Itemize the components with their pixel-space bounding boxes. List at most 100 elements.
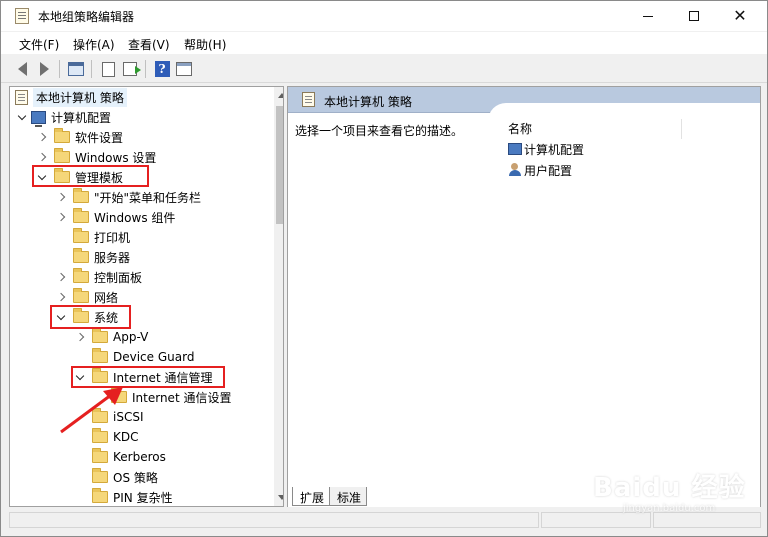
tree-item-label: KDC [113,430,139,444]
tab-expanded[interactable]: 扩展 [292,487,331,506]
tree-item-admin-templates[interactable]: 管理模板 [36,167,123,187]
tree-item-label: 计算机配置 [51,110,112,125]
folder-icon [73,268,89,283]
computer-icon [508,143,522,155]
properties-icon [101,61,115,77]
close-icon: ✕ [733,6,747,25]
minimize-icon [643,15,653,17]
tree-item-internet-comm-mgmt[interactable]: Internet 通信管理 [74,367,212,387]
folder-icon [73,248,89,263]
user-icon [508,163,522,177]
menu-help[interactable]: 帮助(H) [184,36,226,53]
folder-icon [73,288,89,303]
tree-item-start-menu[interactable]: "开始"菜单和任务栏 [55,187,201,207]
details-pane: 本地计算机 策略 选择一个项目来查看它的描述。 名称 计算机配置 用户配置 [287,86,761,507]
export-list-button[interactable] [120,59,141,79]
folder-icon [54,128,70,143]
console-tree-icon [68,62,84,76]
tree-item-computer-config[interactable]: 计算机配置 [16,107,111,127]
folder-icon [111,388,127,403]
help-icon: ? [154,61,170,77]
tree-item-control-panel[interactable]: 控制面板 [55,267,142,287]
chevron-right-icon[interactable] [55,287,67,307]
tree-item-os-policy[interactable]: OS 策略 [74,467,158,487]
tree-item-pin-complexity[interactable]: PIN 复杂性 [74,487,173,506]
tree-item-printers[interactable]: 打印机 [55,227,130,247]
folder-icon [73,308,89,323]
tree-item-label: 服务器 [94,250,131,265]
tree-item-label: Device Guard [113,350,195,364]
chevron-down-icon[interactable] [74,367,86,387]
chevron-down-icon[interactable] [36,167,48,187]
export-icon [123,62,141,76]
policy-icon [302,92,315,107]
tree-item-label: Windows 设置 [75,150,157,165]
console-tree: 本地计算机 策略 计算机配置 软件设置 Windows 设置 管理模板 "开始"… [9,86,284,507]
policy-icon [15,89,28,105]
chevron-right-icon[interactable] [55,267,67,287]
back-button[interactable] [12,59,32,79]
help-button[interactable]: ? [152,59,172,79]
close-button[interactable]: ✕ [717,1,763,31]
scroll-thumb[interactable] [276,106,283,224]
scroll-down-icon[interactable] [278,495,283,500]
tree-item-servers[interactable]: 服务器 [55,247,130,267]
forward-button[interactable] [34,59,54,79]
tree-item-root[interactable]: 本地计算机 策略 [12,87,127,107]
tree-item-label: 管理模板 [75,170,124,185]
chevron-right-icon[interactable] [55,187,67,207]
folder-icon [92,468,108,483]
tab-standard[interactable]: 标准 [329,487,368,506]
chevron-right-icon[interactable] [36,127,48,147]
tree-item-label: 软件设置 [75,130,124,145]
list-item-label: 计算机配置 [524,142,585,157]
toolbar-separator [91,60,92,78]
menu-action[interactable]: 操作(A) [73,36,115,53]
details-header-title: 本地计算机 策略 [324,95,412,109]
list-item-computer-config[interactable]: 计算机配置 [505,139,584,159]
status-cell [653,512,761,528]
tree-item-kdc[interactable]: KDC [74,427,139,447]
menu-view[interactable]: 查看(V) [128,36,170,53]
folder-icon [73,188,89,203]
status-cell [541,512,651,528]
tree-item-system[interactable]: 系统 [55,307,118,327]
properties-button[interactable] [98,59,118,79]
tree-item-iscsi[interactable]: iSCSI [74,407,144,427]
folder-icon [73,208,89,223]
chevron-right-icon[interactable] [74,327,86,347]
list-item-user-config[interactable]: 用户配置 [505,160,572,180]
chevron-right-icon[interactable] [55,207,67,227]
tree-item-internet-comm-settings[interactable]: Internet 通信设置 [93,387,231,407]
show-hide-tree-button[interactable] [66,59,86,79]
chevron-down-icon[interactable] [16,107,28,127]
tree-item-label: Kerberos [113,450,166,464]
minimize-button[interactable] [625,1,671,31]
folder-icon [92,408,108,423]
chevron-right-icon[interactable] [36,147,48,167]
tree-item-network[interactable]: 网络 [55,287,118,307]
computer-icon [31,110,46,127]
menu-bar: 文件(F) 操作(A) 查看(V) 帮助(H) [1,32,767,54]
maximize-button[interactable] [671,1,717,31]
scroll-up-icon[interactable] [278,93,283,98]
tree-item-device-guard[interactable]: Device Guard [74,347,194,367]
folder-icon [92,368,108,383]
tree-item-software-settings[interactable]: 软件设置 [36,127,123,147]
folder-icon [92,328,108,343]
tree-item-windows-components[interactable]: Windows 组件 [55,207,175,227]
folder-icon [92,488,108,503]
maximize-icon [689,11,699,21]
view-button[interactable] [174,59,194,79]
tree-item-label: Windows 组件 [94,210,176,225]
tree-item-kerberos[interactable]: Kerberos [74,447,166,467]
description-text: 选择一个项目来查看它的描述。 [295,124,464,138]
tree-item-windows-settings[interactable]: Windows 设置 [36,147,156,167]
chevron-down-icon[interactable] [55,307,67,327]
column-header-name[interactable]: 名称 [506,119,682,139]
tree-item-app-v[interactable]: App-V [74,327,148,347]
menu-file[interactable]: 文件(F) [19,36,59,53]
status-cell [9,512,539,528]
tree-scrollbar[interactable] [274,87,283,506]
view-icon [176,62,192,76]
